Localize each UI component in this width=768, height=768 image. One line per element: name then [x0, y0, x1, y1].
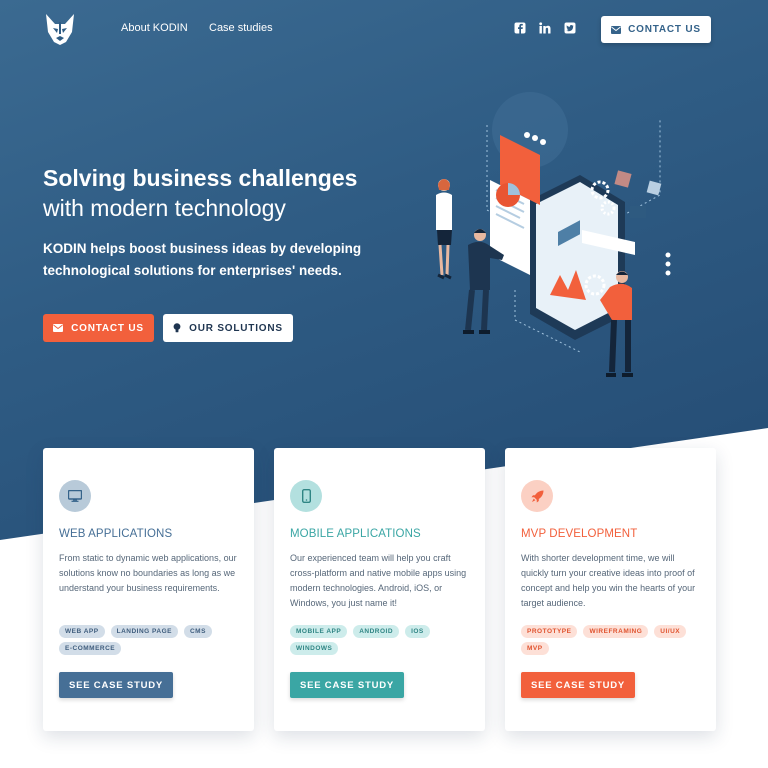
tag: PROTOTYPE: [521, 625, 578, 638]
card-tags: PROTOTYPE WIREFRAMING UI/UX MVP: [521, 625, 711, 655]
tag: UI/UX: [654, 625, 687, 638]
facebook-icon[interactable]: [514, 22, 526, 34]
our-solutions-label: OUR SOLUTIONS: [189, 322, 283, 334]
tag: WEB APP: [59, 625, 105, 638]
tag: WIREFRAMING: [583, 625, 649, 638]
monitor-icon: [68, 490, 82, 502]
lightbulb-icon: [173, 323, 181, 333]
rocket-icon: [531, 490, 543, 502]
service-card-mvp: MVP DEVELOPMENT With shorter development…: [505, 448, 716, 731]
see-case-study-button[interactable]: SEE CASE STUDY: [59, 672, 173, 698]
hero-contact-label: CONTACT US: [71, 322, 144, 334]
envelope-icon: [53, 324, 64, 332]
hero-lead: KODIN helps boost business ideas by deve…: [43, 241, 362, 278]
tag: E-COMMERCE: [59, 642, 122, 655]
tag: IOS: [405, 625, 430, 638]
isometric-illustration: [436, 92, 671, 377]
tag: MOBILE APP: [290, 625, 348, 638]
see-case-study-button[interactable]: SEE CASE STUDY: [521, 672, 635, 698]
card-description: With shorter development time, we will q…: [521, 553, 696, 608]
top-nav: About KODIN Case studies CONTACT US: [0, 0, 768, 60]
service-card-web: WEB APPLICATIONS From static to dynamic …: [43, 448, 254, 731]
see-case-study-button[interactable]: SEE CASE STUDY: [290, 672, 404, 698]
card-icon-wrap: [59, 480, 91, 512]
card-description: From static to dynamic web applications,…: [59, 553, 237, 593]
hero-title-light: with modern technology: [43, 195, 286, 221]
card-description: Our experienced team will help you craft…: [290, 553, 467, 608]
nav-link-about[interactable]: About KODIN: [121, 22, 188, 34]
card-title: MVP DEVELOPMENT: [521, 528, 638, 540]
tag: WINDOWS: [290, 642, 339, 655]
envelope-icon: [611, 25, 622, 34]
card-title: WEB APPLICATIONS: [59, 528, 173, 540]
our-solutions-button[interactable]: OUR SOLUTIONS: [163, 314, 293, 342]
nav-contact-label: CONTACT US: [628, 24, 701, 35]
hero-title: Solving business challenges with modern …: [43, 163, 403, 223]
hero-title-bold: Solving business challenges: [43, 165, 358, 191]
nav-link-case-studies[interactable]: Case studies: [209, 22, 273, 34]
tag: MVP: [521, 642, 549, 655]
tag: LANDING PAGE: [110, 625, 178, 638]
card-icon-wrap: [521, 480, 553, 512]
twitter-icon[interactable]: [564, 22, 576, 34]
card-tags: WEB APP LANDING PAGE CMS E-COMMERCE: [59, 625, 249, 655]
linkedin-icon[interactable]: [539, 22, 551, 34]
card-title: MOBILE APPLICATIONS: [290, 528, 421, 540]
nav-contact-button[interactable]: CONTACT US: [601, 16, 711, 43]
card-icon-wrap: [290, 480, 322, 512]
hero-contact-button[interactable]: CONTACT US: [43, 314, 154, 342]
smartphone-icon: [301, 489, 311, 503]
kodin-logo[interactable]: [44, 12, 76, 46]
card-tags: MOBILE APP ANDROID IOS WINDOWS: [290, 625, 480, 655]
tag: ANDROID: [353, 625, 400, 638]
tag: CMS: [183, 625, 212, 638]
service-card-mobile: MOBILE APPLICATIONS Our experienced team…: [274, 448, 485, 731]
